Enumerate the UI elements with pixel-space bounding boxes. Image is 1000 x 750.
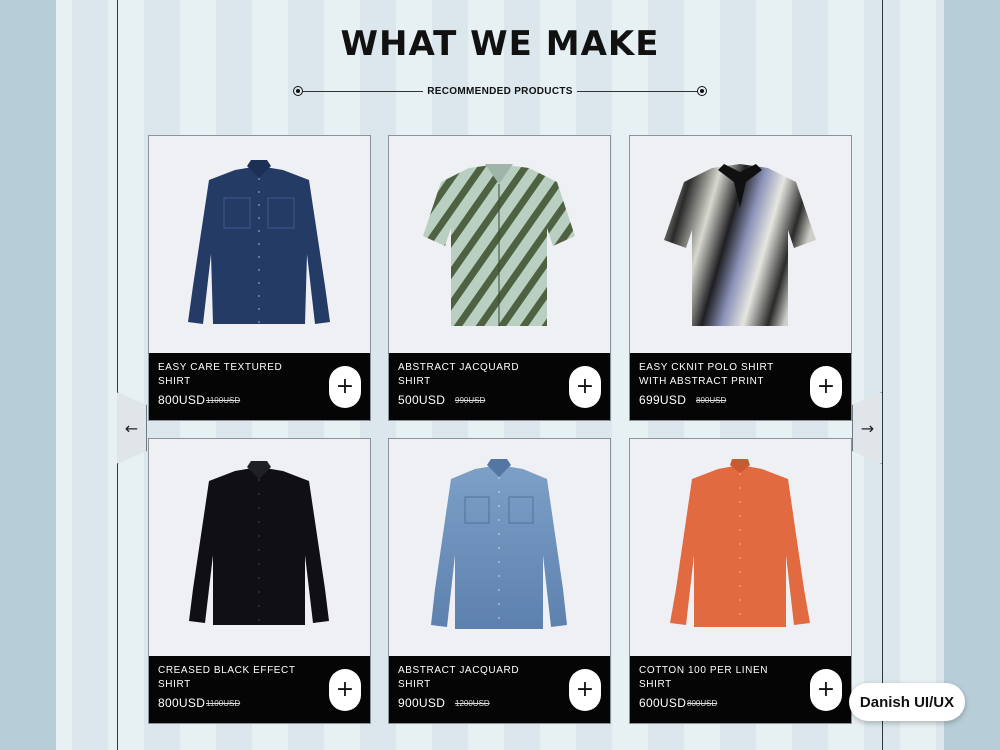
product-info: ABSTRACT JACQUARD SHIRT 900USD 1200USD + — [389, 656, 610, 723]
product-card[interactable]: ABSTRACT JACQUARD SHIRT 900USD 1200USD + — [388, 438, 611, 724]
product-image[interactable] — [389, 136, 610, 353]
product-old-price: 1200USD — [455, 699, 490, 708]
arrow-right-icon: → — [860, 418, 875, 438]
product-info: ABSTRACT JACQUARD SHIRT 500USD 990USD + — [389, 353, 610, 420]
product-info: EASY CARE TEXTURED SHIRT 800USD 1100USD … — [149, 353, 370, 420]
add-to-cart-button[interactable]: + — [569, 366, 601, 408]
subtitle-row: RECOMMENDED PRODUCTS — [293, 84, 707, 102]
product-image[interactable] — [630, 439, 851, 656]
page-title: WHAT WE MAKE — [340, 24, 660, 64]
product-old-price: 1100USD — [206, 699, 241, 708]
product-old-price: 800USD — [696, 396, 727, 405]
section-subtitle: RECOMMENDED PRODUCTS — [427, 86, 573, 97]
product-name: ABSTRACT JACQUARD SHIRT — [398, 665, 520, 690]
product-info: COTTON 100 PER LINEN SHIRT 600USD 800USD… — [630, 656, 851, 723]
add-to-cart-button[interactable]: + — [569, 669, 601, 711]
product-name: CREASED BLACK EFFECT SHIRT — [158, 665, 296, 690]
divider-line — [577, 91, 697, 92]
product-name: ABSTRACT JACQUARD SHIRT — [398, 362, 520, 387]
product-grid: EASY CARE TEXTURED SHIRT 800USD 1100USD … — [148, 135, 852, 725]
shirt-icon — [670, 459, 810, 627]
product-image[interactable] — [389, 439, 610, 656]
add-to-cart-button[interactable]: + — [329, 669, 361, 711]
product-old-price: 800USD — [687, 699, 718, 708]
product-name: EASY CARE TEXTURED SHIRT — [158, 362, 283, 387]
product-price: 500USD — [398, 393, 446, 407]
product-price: 900USD — [398, 696, 446, 710]
product-price: 800USD — [158, 696, 206, 710]
shirt-icon — [189, 461, 329, 625]
product-name: EASY CKNIT POLO SHIRT WITH ABSTRACT PRIN… — [639, 362, 774, 387]
add-to-cart-button[interactable]: + — [810, 669, 842, 711]
add-to-cart-button[interactable]: + — [810, 366, 842, 408]
product-image[interactable] — [149, 136, 370, 353]
shirt-shape — [670, 459, 810, 627]
product-image[interactable] — [149, 439, 370, 656]
shirt-shape — [189, 461, 329, 625]
product-price: 800USD — [158, 393, 206, 407]
product-card[interactable]: CREASED BLACK EFFECT SHIRT 800USD 1100US… — [148, 438, 371, 724]
arrow-left-icon: ← — [124, 418, 139, 438]
add-to-cart-button[interactable]: + — [329, 366, 361, 408]
shirt-shape — [431, 459, 567, 629]
author-badge: Danish UI/UX — [849, 683, 965, 721]
left-background-band — [0, 0, 56, 750]
target-dot-icon — [293, 86, 303, 96]
product-price: 600USD — [639, 696, 687, 710]
target-dot-icon — [697, 86, 707, 96]
frame-line-right — [882, 0, 883, 750]
shirt-shape — [423, 164, 575, 326]
carousel-prev-button[interactable]: ← — [117, 392, 147, 464]
product-card[interactable]: ABSTRACT JACQUARD SHIRT 500USD 990USD + — [388, 135, 611, 421]
shirt-icon — [423, 164, 575, 326]
right-background-band — [944, 0, 1000, 750]
product-info: EASY CKNIT POLO SHIRT WITH ABSTRACT PRIN… — [630, 353, 851, 420]
shirt-icon — [664, 164, 816, 326]
product-image[interactable] — [630, 136, 851, 353]
shirt-shape — [188, 160, 330, 324]
product-card[interactable]: COTTON 100 PER LINEN SHIRT 600USD 800USD… — [629, 438, 852, 724]
product-old-price: 1100USD — [206, 396, 241, 405]
carousel-next-button[interactable]: → — [852, 392, 882, 464]
frame-line-left — [117, 0, 118, 750]
product-card[interactable]: EASY CARE TEXTURED SHIRT 800USD 1100USD … — [148, 135, 371, 421]
shirt-icon — [188, 160, 330, 324]
product-price: 699USD — [639, 393, 687, 407]
shirt-icon — [431, 459, 567, 629]
divider-line — [303, 91, 423, 92]
shirt-shape — [664, 164, 816, 326]
product-card[interactable]: EASY CKNIT POLO SHIRT WITH ABSTRACT PRIN… — [629, 135, 852, 421]
product-info: CREASED BLACK EFFECT SHIRT 800USD 1100US… — [149, 656, 370, 723]
product-name: COTTON 100 PER LINEN SHIRT — [639, 665, 769, 690]
product-old-price: 990USD — [455, 396, 486, 405]
